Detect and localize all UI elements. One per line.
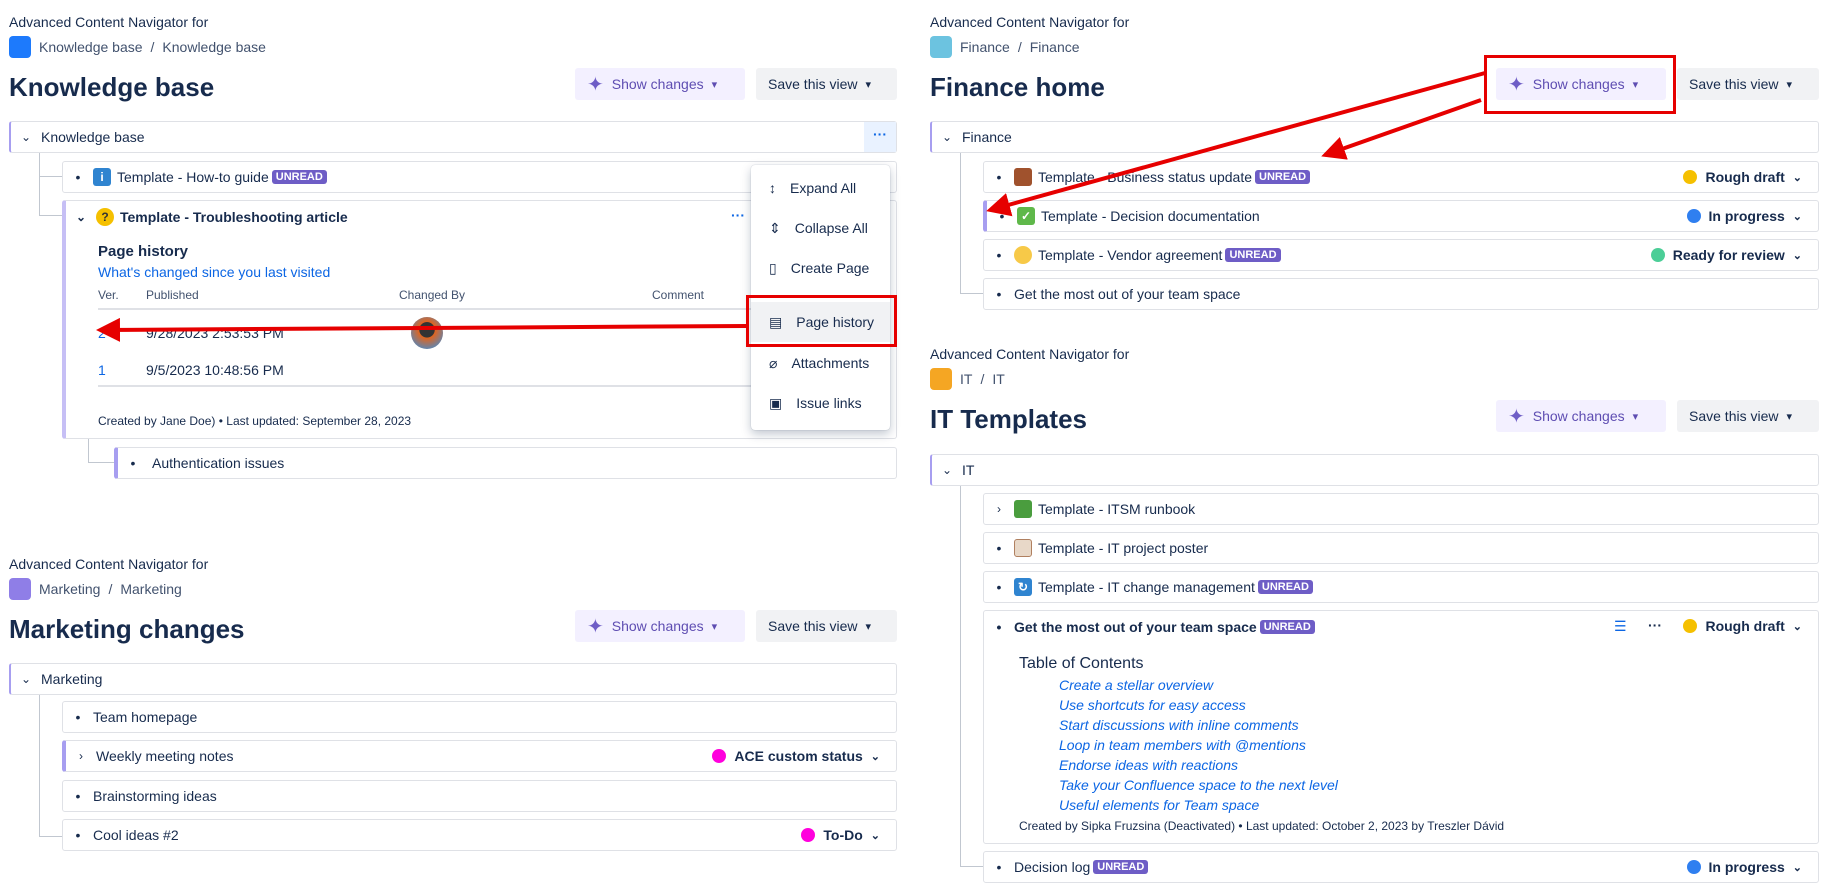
arrow bbox=[96, 317, 747, 342]
arrow bbox=[986, 71, 1486, 217]
arrow bbox=[1321, 98, 1482, 160]
annotation-arrows bbox=[96, 71, 1486, 342]
